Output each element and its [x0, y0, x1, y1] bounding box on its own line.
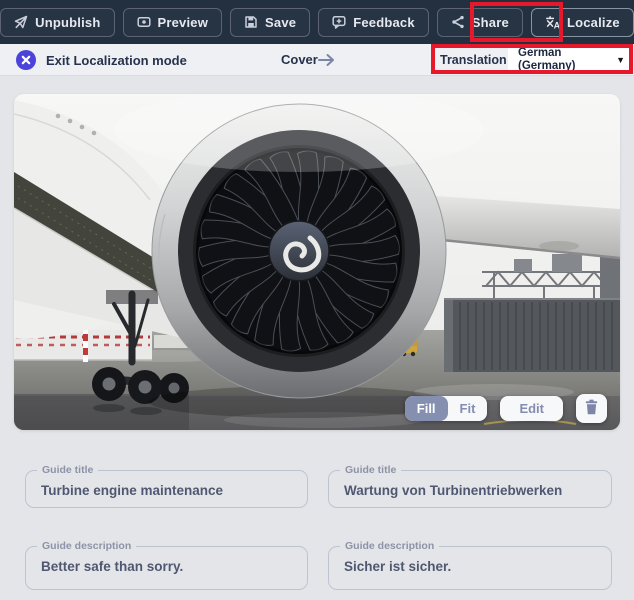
unpublish-label: Unpublish [35, 15, 100, 30]
x-circle-icon [16, 50, 36, 70]
save-label: Save [265, 15, 296, 30]
translate-icon: A [545, 15, 560, 30]
translated-guide-description-label: Guide description [340, 540, 439, 552]
source-guide-title-field[interactable]: Guide title Turbine engine maintenance [25, 470, 308, 508]
svg-text:A: A [554, 20, 560, 29]
preview-button[interactable]: Preview [123, 8, 223, 37]
trash-icon [585, 399, 598, 415]
fit-button[interactable]: Fit [448, 396, 488, 421]
exit-localization-button[interactable]: Exit Localization mode [16, 44, 187, 76]
share-button[interactable]: Share [437, 8, 523, 37]
source-guide-description-field[interactable]: Guide description Better safe than sorry… [25, 546, 308, 590]
localization-bar: Exit Localization mode Cover Translation… [0, 44, 634, 76]
source-guide-description-label: Guide description [37, 540, 136, 552]
section-label: Cover [281, 44, 318, 75]
section-arrow-icon[interactable] [317, 44, 336, 75]
translation-label: Translation [440, 44, 507, 75]
floppy-disk-icon [244, 15, 258, 29]
preview-label: Preview [158, 15, 209, 30]
delete-image-button[interactable] [576, 394, 607, 423]
localize-label: Localize [567, 15, 620, 30]
fill-fit-toggle: Fill Fit [405, 396, 488, 421]
paper-plane-slash-icon [14, 15, 28, 29]
cover-image[interactable] [14, 94, 620, 430]
top-toolbar: Unpublish Preview Save Feedba [0, 0, 634, 44]
translated-guide-title-field[interactable]: Guide title Wartung von Turbinentriebwer… [328, 470, 612, 508]
source-guide-title-label: Guide title [37, 464, 98, 476]
image-controls: Fill Fit Edit [405, 394, 607, 423]
exit-localization-label: Exit Localization mode [46, 53, 187, 68]
translation-language-select[interactable]: German (Germany) ▼ [508, 45, 632, 74]
share-label: Share [472, 15, 509, 30]
translated-guide-description-field[interactable]: Guide description Sicher ist sicher. [328, 546, 612, 590]
edit-image-button[interactable]: Edit [500, 396, 563, 421]
chevron-down-icon: ▼ [616, 55, 625, 65]
preview-icon [137, 15, 151, 29]
feedback-button[interactable]: Feedback [318, 8, 429, 37]
save-button[interactable]: Save [230, 8, 310, 37]
translation-selected-value: German (Germany) [518, 47, 598, 72]
localize-button[interactable]: A Localize [531, 8, 634, 37]
comment-plus-icon [332, 15, 346, 29]
feedback-label: Feedback [353, 15, 415, 30]
fill-button[interactable]: Fill [405, 396, 448, 421]
translated-guide-title-label: Guide title [340, 464, 401, 476]
guide-localization-editor: Unpublish Preview Save Feedba [0, 0, 634, 600]
share-icon [451, 15, 465, 29]
cover-image-card: Fill Fit Edit [14, 94, 620, 430]
unpublish-button[interactable]: Unpublish [0, 8, 114, 37]
